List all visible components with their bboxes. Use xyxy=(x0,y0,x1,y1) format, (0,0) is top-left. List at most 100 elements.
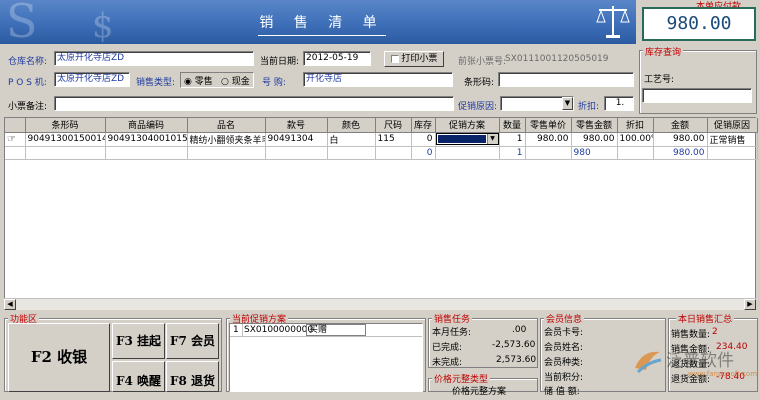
column-header[interactable]: 尺码 xyxy=(375,118,412,133)
cell-stock[interactable]: 0 xyxy=(411,132,436,147)
daily-qty-value: 2 xyxy=(712,327,718,337)
total-panel: 本单应付款 980.00 xyxy=(638,0,760,46)
craft-input[interactable] xyxy=(642,88,752,103)
hold-button[interactable]: F3 挂起 xyxy=(112,323,165,359)
cell-retail-amount[interactable]: 980.00 xyxy=(571,132,618,147)
daily-return-qty-label: 退货数量: xyxy=(671,360,711,370)
shop-input[interactable]: 开化寺店 xyxy=(303,72,453,87)
prev-receipt-label: 前张小票号: xyxy=(458,57,507,67)
cell-promo-plan[interactable]: ▼ xyxy=(435,132,500,147)
discount-input[interactable]: 1. xyxy=(604,96,634,111)
cell-color[interactable]: 白 xyxy=(327,132,376,147)
promo-name: 买赠 xyxy=(306,324,366,336)
total-amount: 980.00 xyxy=(642,7,756,41)
daily-return-amount-label: 退货金额: xyxy=(671,375,711,385)
promo-list[interactable]: 1 SX0100000000 买赠 xyxy=(229,323,423,392)
page-title: 销 售 清 单 xyxy=(259,15,385,31)
column-header xyxy=(5,118,26,133)
column-header[interactable]: 商品编码 xyxy=(105,118,188,133)
print-receipt-label: 打印小票 xyxy=(401,54,438,64)
sales-table: 条形码 商品编码 品名 款号 颜色 尺码 库存 促销方案 数量 零售单价 零售金… xyxy=(4,117,758,309)
cell-style-no[interactable]: 90491304 xyxy=(265,132,328,147)
cell-promo-reason[interactable]: 正常销售 xyxy=(707,132,758,147)
banner-decor: S xyxy=(6,0,38,44)
daily-title: 本日销售汇总 xyxy=(676,312,735,325)
column-header[interactable]: 颜色 xyxy=(327,118,376,133)
print-checkbox[interactable] xyxy=(390,54,399,63)
summary-qty: 1 xyxy=(499,146,526,160)
recall-button[interactable]: F4 唤醒 xyxy=(112,361,165,392)
column-header[interactable]: 折扣 xyxy=(617,118,654,133)
column-header[interactable]: 品名 xyxy=(187,118,266,133)
promo-reason-label: 促销原因: xyxy=(458,102,498,112)
banner-decor-dollar: $ xyxy=(92,6,114,44)
column-header[interactable]: 条形码 xyxy=(25,118,106,133)
promo-code: SX0100000000 xyxy=(244,325,314,335)
summary-row: 0 1 980 980.00 xyxy=(5,146,758,160)
radio-cash[interactable]: ○ 现金 xyxy=(221,74,250,87)
task-done-label: 已完成: xyxy=(432,343,463,353)
scale-icon xyxy=(596,6,630,38)
member-points-label: 当前积分: xyxy=(544,373,584,383)
cell-amount[interactable]: 980.00 xyxy=(653,132,708,147)
member-title: 会员信息 xyxy=(544,312,585,325)
barcode-label: 条形码: xyxy=(464,78,495,88)
radio-retail[interactable]: ◉ 零售 xyxy=(184,74,213,87)
member-name-label: 会员姓名: xyxy=(544,343,584,353)
column-header[interactable]: 数量 xyxy=(499,118,526,133)
member-balance-label: 储 值 额: xyxy=(544,387,580,397)
cell-barcode[interactable]: 90491300150014 xyxy=(25,132,106,147)
checkout-button[interactable]: F2 收银 xyxy=(8,323,110,392)
column-header[interactable]: 金额 xyxy=(653,118,708,133)
cell-unit-price[interactable]: 980.00 xyxy=(525,132,572,147)
column-header[interactable]: 促销方案 xyxy=(435,118,500,133)
prev-receipt-value: SX0111001120505019 xyxy=(505,54,609,64)
table-row[interactable]: ☞ 90491300150014 90491304001015 精纺小翻领夹条羊… xyxy=(5,132,758,147)
chevron-down-icon[interactable]: ▼ xyxy=(486,134,498,144)
cell-discount[interactable]: 100.00% xyxy=(617,132,654,147)
member-card-label: 会员卡号: xyxy=(544,328,584,338)
print-receipt-button[interactable]: 打印小票 xyxy=(384,51,444,67)
task-done-value: -2,573.60 xyxy=(492,340,536,350)
daily-qty-label: 销售数量: xyxy=(671,330,711,340)
horizontal-scrollbar[interactable]: ◀ ▶ xyxy=(4,298,756,310)
member-button[interactable]: F7 会员 xyxy=(166,323,219,359)
daily-return-amount-value: -78.40 xyxy=(716,372,746,382)
pos-label: P O S 机: xyxy=(8,78,47,88)
task-title: 销售任务 xyxy=(432,312,473,325)
column-header[interactable]: 零售金额 xyxy=(571,118,618,133)
warehouse-input[interactable]: 太原开化寺店ZD xyxy=(54,51,254,66)
task-month-label: 本月任务: xyxy=(432,328,472,338)
summary-retail-amount: 980 xyxy=(571,146,618,160)
date-label: 当前日期: xyxy=(260,57,300,67)
scroll-left-icon[interactable]: ◀ xyxy=(4,299,16,310)
cell-product-name[interactable]: 精纺小翻领夹条羊毛衫 xyxy=(187,132,266,147)
stock-query-title: 库存查询 xyxy=(643,45,684,58)
date-input[interactable]: 2012-05-19 xyxy=(303,51,371,66)
list-item[interactable]: 1 SX0100000000 买赠 xyxy=(230,324,422,337)
column-header[interactable]: 促销原因 xyxy=(707,118,758,133)
chevron-down-icon[interactable]: ▼ xyxy=(562,97,573,110)
barcode-input[interactable] xyxy=(498,72,634,87)
cell-size[interactable]: 115 xyxy=(375,132,412,147)
cell-qty[interactable]: 1 xyxy=(499,132,526,147)
task-todo-value: 2,573.60 xyxy=(496,355,537,365)
scroll-right-icon[interactable]: ▶ xyxy=(744,299,756,310)
member-type-label: 会员种类: xyxy=(544,358,584,368)
daily-amount-label: 销售金额: xyxy=(671,345,711,355)
column-header[interactable]: 款号 xyxy=(265,118,328,133)
shop-label: 号 购: xyxy=(262,78,286,88)
summary-stock: 0 xyxy=(411,146,436,160)
warehouse-label: 仓库名称: xyxy=(8,57,48,67)
return-button[interactable]: F8 退货 xyxy=(166,361,219,392)
pos-input[interactable]: 太原开化寺店ZD xyxy=(54,72,130,87)
column-header[interactable]: 库存 xyxy=(411,118,436,133)
note-input[interactable] xyxy=(54,96,454,111)
coupon-text: 价格元整方案 xyxy=(452,387,507,397)
sale-type-group: ◉ 零售 ○ 现金 xyxy=(180,72,254,88)
note-label: 小票备注: xyxy=(8,102,48,112)
cell-product-code[interactable]: 90491304001015 xyxy=(105,132,188,147)
column-header[interactable]: 零售单价 xyxy=(525,118,572,133)
row-pointer-icon: ☞ xyxy=(5,132,26,147)
sale-type-label: 销售类型: xyxy=(136,78,176,88)
